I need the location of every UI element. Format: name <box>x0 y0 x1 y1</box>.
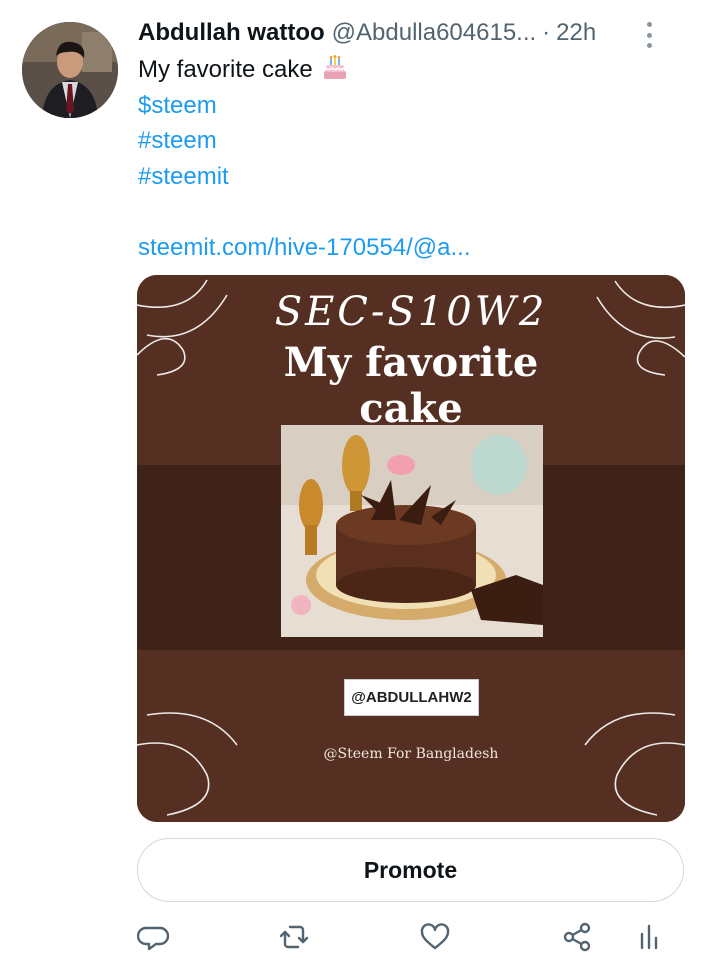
tweet-header: Abdullah wattoo @Abdulla604615... · 22h <box>138 16 684 50</box>
media-title: My favorite <box>283 339 539 386</box>
avatar-photo <box>22 22 118 118</box>
tweet-timestamp[interactable]: 22h <box>556 19 596 47</box>
cashtag-link[interactable]: $steem <box>138 88 471 124</box>
media-author-tag: @ABDULLAHW2 <box>344 679 479 716</box>
birthday-cake-emoji-icon <box>321 53 349 81</box>
media-credit: @Steem For Bangladesh <box>323 746 499 762</box>
more-options-icon[interactable] <box>644 22 654 48</box>
share-icon[interactable] <box>560 920 594 954</box>
tweet-text: My favorite cake $steem #steem #steemit … <box>138 52 471 265</box>
analytics-icon[interactable] <box>632 920 666 954</box>
author-name[interactable]: Abdullah wattoo <box>138 19 325 47</box>
tweet-text-line: My favorite cake <box>138 52 471 88</box>
hashtag-steemit-link[interactable]: #steemit <box>138 159 471 195</box>
tweet-text-content: My favorite cake <box>138 56 313 83</box>
tweet-media-image[interactable]: SEC-S10W2 My favorite cake @ABDULLAHW2 @… <box>137 275 685 822</box>
retweet-icon[interactable] <box>277 920 311 954</box>
reply-icon[interactable] <box>137 920 171 954</box>
cake-photo <box>281 425 543 637</box>
like-icon[interactable] <box>418 920 452 954</box>
hashtag-steem-link[interactable]: #steem <box>138 123 471 159</box>
avatar[interactable] <box>22 22 118 118</box>
media-title-code: SEC-S10W2 <box>274 289 548 335</box>
author-handle[interactable]: @Abdulla604615... <box>332 19 537 47</box>
external-link[interactable]: steemit.com/hive-170554/@a... <box>138 230 471 266</box>
tweet-action-bar <box>0 920 706 956</box>
promote-button[interactable]: Promote <box>137 838 684 902</box>
separator-dot: · <box>542 19 551 46</box>
